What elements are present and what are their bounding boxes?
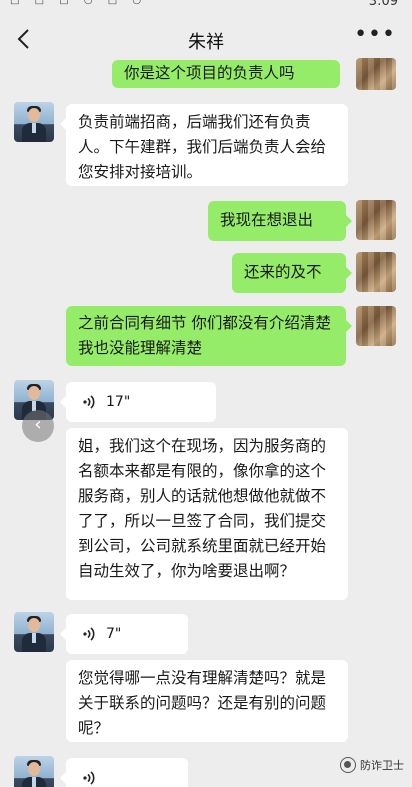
received-message-bubble[interactable]: 姐，我们这个在现场，因为服务商的名额本来都是有限的，像你拿的这个服务商，别人的话…	[66, 428, 348, 600]
message-text: 您觉得哪一点没有理解清楚吗？就是关于联系的问题吗？还是有别的问题呢？	[78, 669, 327, 737]
watermark-logo-icon	[340, 757, 356, 773]
status-icons: □ □ □ ○ □ ○	[10, 0, 148, 6]
chat-header: 朱祥 •••	[0, 14, 412, 64]
message-text: 姐，我们这个在现场，因为服务商的名额本来都是有限的，像你拿的这个服务商，别人的话…	[78, 437, 327, 580]
contact-avatar[interactable]	[14, 756, 54, 787]
my-avatar[interactable]	[356, 306, 396, 346]
voice-duration: 17"	[106, 393, 131, 410]
chevron-left-icon[interactable]: ‹	[22, 410, 54, 442]
more-options-icon[interactable]: •••	[354, 22, 396, 47]
my-avatar[interactable]	[356, 252, 396, 292]
voice-message-bubble[interactable]	[60, 758, 188, 787]
chat-title: 朱祥	[188, 32, 224, 53]
voice-wave-icon	[83, 627, 95, 641]
message-text: 还来的及不	[244, 263, 322, 281]
sent-message-bubble[interactable]: 你是这个项目的负责人吗	[112, 60, 340, 88]
message-text: 负责前端招商，后端我们还有负责人。下午建群，我们后端负责人会给您安排对接培训。	[78, 113, 327, 181]
voice-duration: 7"	[106, 625, 122, 642]
voice-message-bubble[interactable]: 17"	[60, 382, 216, 422]
message-text: 之前合同有细节 你们都没有介绍清楚 我也没能理解清楚	[78, 314, 331, 357]
received-message-bubble[interactable]: 您觉得哪一点没有理解清楚吗？就是关于联系的问题吗？还是有别的问题呢？	[66, 660, 348, 742]
message-text: 我现在想退出	[220, 211, 314, 229]
sent-message-bubble[interactable]: 之前合同有细节 你们都没有介绍清楚 我也没能理解清楚	[66, 306, 352, 366]
voice-message-bubble[interactable]: 7"	[60, 614, 188, 654]
sent-message-bubble[interactable]: 还来的及不	[232, 253, 352, 293]
status-time: 3:09	[368, 0, 398, 9]
my-avatar[interactable]	[356, 58, 396, 90]
sent-message-bubble[interactable]: 我现在想退出	[208, 201, 352, 241]
my-avatar[interactable]	[356, 200, 396, 240]
received-message-bubble[interactable]: 负责前端招商，后端我们还有负责人。下午建群，我们后端负责人会给您安排对接培训。	[60, 104, 348, 186]
status-bar: □ □ □ ○ □ ○ 3:09	[0, 0, 412, 12]
voice-wave-icon	[83, 395, 95, 409]
message-text: 你是这个项目的负责人吗	[124, 64, 295, 82]
contact-avatar[interactable]	[14, 102, 54, 142]
voice-wave-icon	[83, 771, 95, 785]
watermark-text: 防诈卫士	[360, 759, 404, 772]
contact-avatar[interactable]	[14, 612, 54, 652]
watermark: 防诈卫士	[340, 757, 404, 773]
